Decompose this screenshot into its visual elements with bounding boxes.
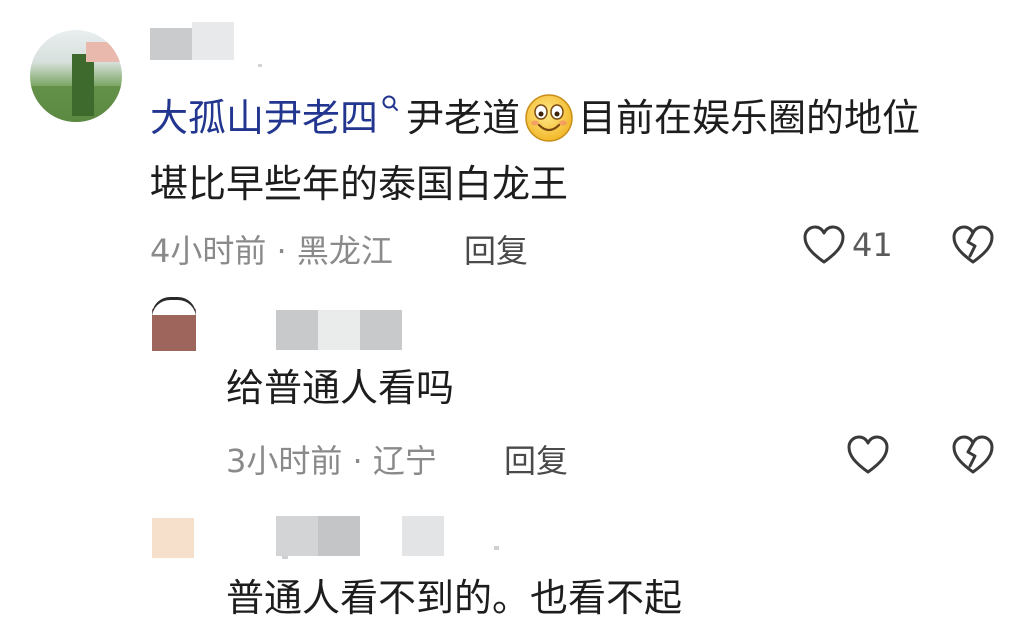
- comment-text-line-2: 堪比早些年的泰国白龙王: [150, 162, 569, 206]
- heart-outline-icon[interactable]: [846, 434, 890, 476]
- comment-time: 4小时前: [150, 232, 267, 270]
- comment-text-line-1: 大孤山尹老四 尹老道 目前在娱乐圈的地位: [150, 86, 920, 150]
- comment-location: 黑龙江: [296, 232, 393, 270]
- comment-text-part-2: 目前在娱乐圈的地位: [578, 96, 921, 140]
- smiling-face-emoji-icon: [525, 93, 573, 142]
- reply-location: 辽宁: [372, 442, 437, 480]
- reply-name-blurred-3: [360, 310, 402, 350]
- decorative-dot: [258, 64, 262, 67]
- reply-name-blurred[interactable]: [276, 516, 318, 556]
- commenter-avatar[interactable]: [30, 30, 122, 122]
- reply-button[interactable]: 回复: [504, 436, 568, 482]
- comment-meta: 4小时前 · 黑龙江: [150, 226, 393, 272]
- reply-button[interactable]: 回复: [464, 226, 528, 272]
- reply-name-blurred[interactable]: [276, 310, 318, 350]
- heart-outline-icon[interactable]: [802, 224, 846, 266]
- commenter-name-blurred-2: [192, 22, 234, 60]
- meta-separator: ·: [276, 232, 287, 270]
- reply-name-blurred-2: [318, 310, 360, 350]
- decorative-dot: [494, 546, 499, 550]
- meta-separator: ·: [352, 442, 363, 480]
- mention-link-icon: [382, 95, 399, 111]
- commenter-name-blurred[interactable]: [150, 28, 192, 60]
- reply-name-blurred-3: [402, 516, 444, 556]
- decorative-dot: [282, 556, 288, 559]
- reply-meta: 3小时前 · 辽宁: [226, 436, 437, 482]
- broken-heart-icon[interactable]: [950, 434, 996, 476]
- reply-avatar[interactable]: [152, 297, 196, 351]
- reply-text: 给普通人看吗: [226, 366, 455, 410]
- broken-heart-icon[interactable]: [950, 224, 996, 266]
- reply-name-blurred-2: [318, 516, 360, 556]
- reply-time: 3小时前: [226, 442, 343, 480]
- reply-text: 普通人看不到的。也看不起: [226, 576, 683, 620]
- mention-link[interactable]: 大孤山尹老四: [150, 96, 378, 140]
- reply-avatar[interactable]: [152, 518, 194, 558]
- comment-text-part-1: 尹老道: [406, 96, 521, 140]
- like-count: 41: [852, 226, 893, 264]
